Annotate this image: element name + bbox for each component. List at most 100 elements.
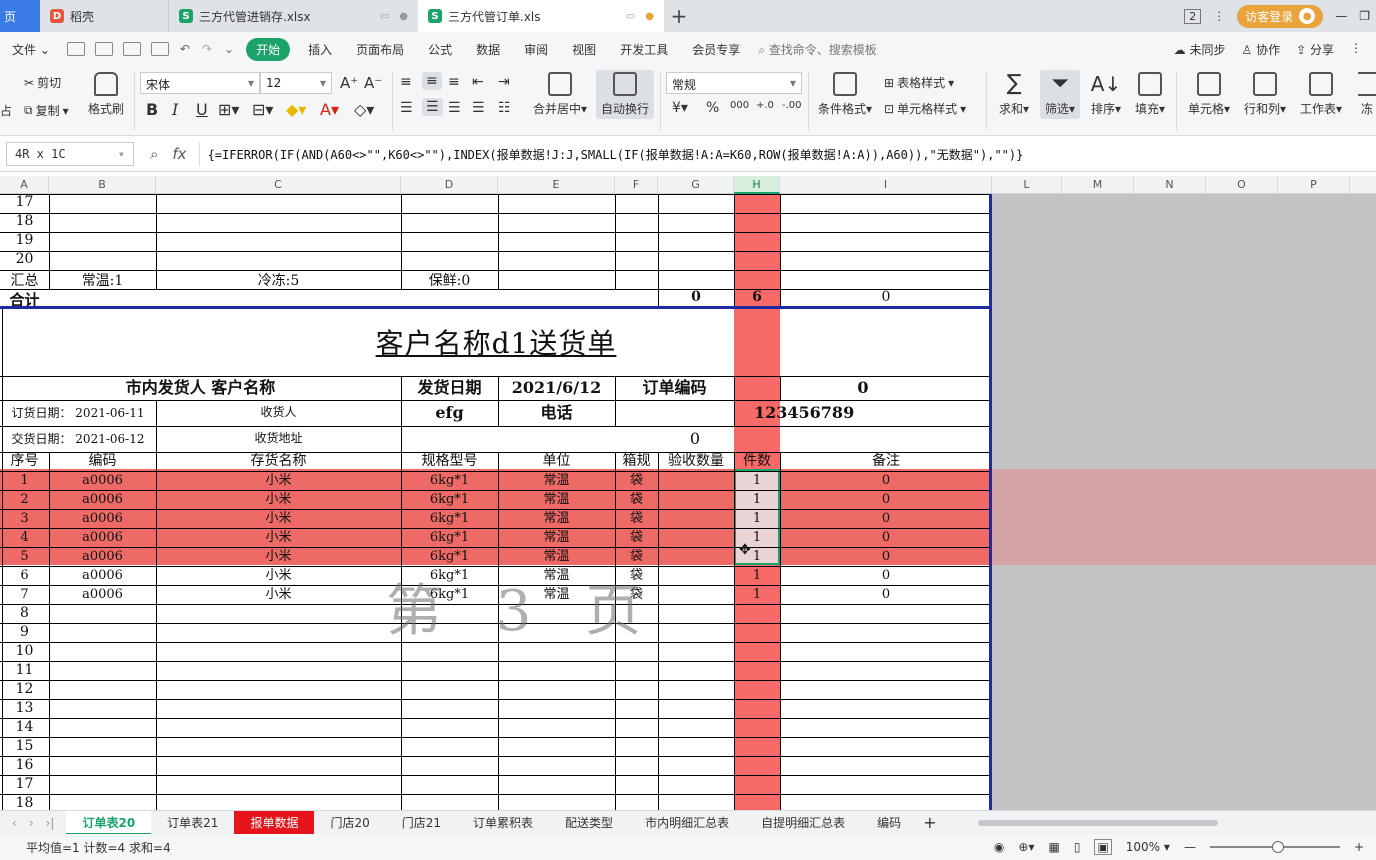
table-cell-note[interactable]: 0	[780, 471, 992, 490]
normal-view-icon[interactable]: ▦	[1048, 840, 1059, 854]
worksheet-button[interactable]: 工作表▾	[1296, 72, 1346, 117]
table-cell-no[interactable]: 6	[0, 566, 49, 585]
table-cell-unit[interactable]: 常温	[498, 490, 615, 509]
window-icon[interactable]: ▭	[626, 11, 635, 22]
indent-decrease-icon[interactable]: ⇤	[472, 74, 484, 90]
table-cell-name[interactable]: 小米	[156, 490, 401, 509]
filter-button[interactable]: ⏷ 筛选▾	[1040, 70, 1080, 119]
close-dot-icon[interactable]: ●	[399, 11, 408, 22]
zoom-in-icon[interactable]: +	[1354, 840, 1364, 854]
table-cell-spec[interactable]: 6kg*1	[401, 528, 498, 547]
table-cell-note[interactable]: 0	[780, 585, 992, 604]
col-header-l[interactable]: L	[992, 176, 1062, 194]
table-cell-no[interactable]: 1	[0, 471, 49, 490]
window-icon[interactable]: ▭	[380, 11, 389, 22]
name-box[interactable]: 4R x 1C ▾	[6, 142, 134, 166]
table-cell-code[interactable]: a0006	[49, 471, 156, 490]
cell-button[interactable]: 单元格▾	[1184, 72, 1234, 117]
menu-insert[interactable]: 插入	[296, 41, 344, 58]
formula-input[interactable]: {=IFERROR(IF(AND(A60<>"",K60<>""),INDEX(…	[198, 142, 1376, 166]
table-cell-spec[interactable]: 6kg*1	[401, 490, 498, 509]
table-cell-no[interactable]: 3	[0, 509, 49, 528]
unsaved-dot-icon[interactable]: ●	[645, 11, 654, 22]
tab-home[interactable]: 页	[0, 0, 40, 32]
table-cell-no[interactable]: 2	[0, 490, 49, 509]
copy-button[interactable]: ⧉ 复制 ▾	[24, 102, 69, 119]
tab-order-file[interactable]: S 三方代管订单.xls ▭ ●	[418, 0, 664, 32]
sheet-tab-report-data[interactable]: 报单数据	[234, 810, 315, 835]
italic-icon[interactable]: I	[172, 100, 178, 119]
wrap-text-button[interactable]: 自动换行	[596, 70, 654, 119]
preview-icon[interactable]	[150, 42, 169, 56]
save-icon[interactable]	[66, 42, 85, 56]
col-header-m[interactable]: M	[1062, 176, 1134, 194]
zoom-slider-knob[interactable]	[1271, 841, 1284, 853]
table-cell-unit[interactable]: 常温	[498, 509, 615, 528]
cell-style-button[interactable]: ⊡ 单元格样式 ▾	[884, 100, 966, 117]
justify-icon[interactable]: ☰	[472, 100, 485, 116]
col-header-f[interactable]: F	[615, 176, 658, 194]
sheet-tab-delivery-type[interactable]: 配送类型	[549, 811, 629, 835]
table-cell-note[interactable]: 0	[780, 528, 992, 547]
horizontal-scrollbar[interactable]	[948, 818, 1368, 828]
border-icon[interactable]: ⊞▾	[218, 100, 239, 119]
input-mode-icon[interactable]: ⊕▾	[1018, 840, 1034, 854]
table-style-button[interactable]: ⊞ 表格样式 ▾	[884, 74, 954, 91]
align-right-icon[interactable]: ☰	[448, 100, 461, 116]
menu-formulas[interactable]: 公式	[416, 41, 464, 58]
add-sheet-icon[interactable]: +	[917, 811, 942, 835]
table-cell-code[interactable]: a0006	[49, 547, 156, 566]
indent-increase-icon[interactable]: ⇥	[498, 74, 510, 90]
sheet-tab-order20[interactable]: 订单表20	[66, 810, 152, 835]
table-cell-code[interactable]: a0006	[49, 585, 156, 604]
table-cell-qty[interactable]	[658, 547, 734, 566]
sort-button[interactable]: A↓ 排序▾	[1086, 72, 1126, 117]
increase-font-icon[interactable]: A⁺	[340, 74, 358, 92]
first-sheet-icon[interactable]: ‹	[12, 816, 17, 830]
underline-icon[interactable]: U	[196, 100, 208, 119]
table-cell-spec[interactable]: 6kg*1	[401, 471, 498, 490]
table-cell-qty[interactable]	[658, 490, 734, 509]
table-cell-note[interactable]: 0	[780, 547, 992, 566]
merge-center-button[interactable]: 合并居中▾	[530, 72, 590, 117]
col-header-i[interactable]: I	[780, 176, 992, 194]
more-icon[interactable]: ⋮	[1350, 41, 1362, 58]
table-cell-name[interactable]: 小米	[156, 509, 401, 528]
table-cell-unit[interactable]: 常温	[498, 471, 615, 490]
row-col-button[interactable]: 行和列▾	[1240, 72, 1290, 117]
col-header-o[interactable]: O	[1206, 176, 1278, 194]
font-size-select[interactable]: 12 ▾	[260, 72, 332, 94]
table-cell-no[interactable]: 4	[0, 528, 49, 547]
table-cell-code[interactable]: a0006	[49, 528, 156, 547]
print-icon[interactable]	[122, 42, 141, 56]
col-header-n[interactable]: N	[1134, 176, 1206, 194]
col-header-g[interactable]: G	[658, 176, 734, 194]
sheet-tab-code[interactable]: 编码	[861, 811, 917, 835]
bold-icon[interactable]: B	[146, 100, 158, 119]
menu-developer[interactable]: 开发工具	[608, 41, 680, 58]
table-cell-note[interactable]: 0	[780, 509, 992, 528]
table-cell-count[interactable]: 1	[734, 585, 780, 604]
fill-color-icon[interactable]: ◆▾	[286, 100, 306, 119]
sheet-tab-store20[interactable]: 门店20	[314, 811, 385, 835]
freeze-button[interactable]: 冻	[1358, 72, 1376, 117]
menu-review[interactable]: 审阅	[512, 41, 560, 58]
prev-sheet-icon[interactable]: ›	[29, 816, 34, 830]
table-cell-box[interactable]: 袋	[615, 490, 658, 509]
table-cell-note[interactable]: 0	[780, 490, 992, 509]
table-cell-unit[interactable]: 常温	[498, 528, 615, 547]
table-cell-qty[interactable]	[658, 585, 734, 604]
paste-button[interactable]: 占	[0, 102, 12, 119]
table-cell-count[interactable]: 1	[734, 566, 780, 585]
sheet-tab-pickup-detail[interactable]: 自提明细汇总表	[745, 811, 861, 835]
col-header-a[interactable]: A	[0, 176, 49, 194]
align-top-icon[interactable]: ≡	[400, 74, 412, 90]
window-count-badge[interactable]: 2	[1184, 8, 1202, 24]
table-cell-qty[interactable]	[658, 509, 734, 528]
decrease-font-icon[interactable]: A⁻	[364, 74, 382, 92]
table-cell-code[interactable]: a0006	[49, 566, 156, 585]
undo-icon[interactable]: ↶	[180, 42, 190, 56]
menu-page-layout[interactable]: 页面布局	[344, 41, 416, 58]
restore-icon[interactable]: ❐	[1359, 9, 1370, 23]
quick-access-dropdown-icon[interactable]: ⌄	[224, 42, 234, 56]
